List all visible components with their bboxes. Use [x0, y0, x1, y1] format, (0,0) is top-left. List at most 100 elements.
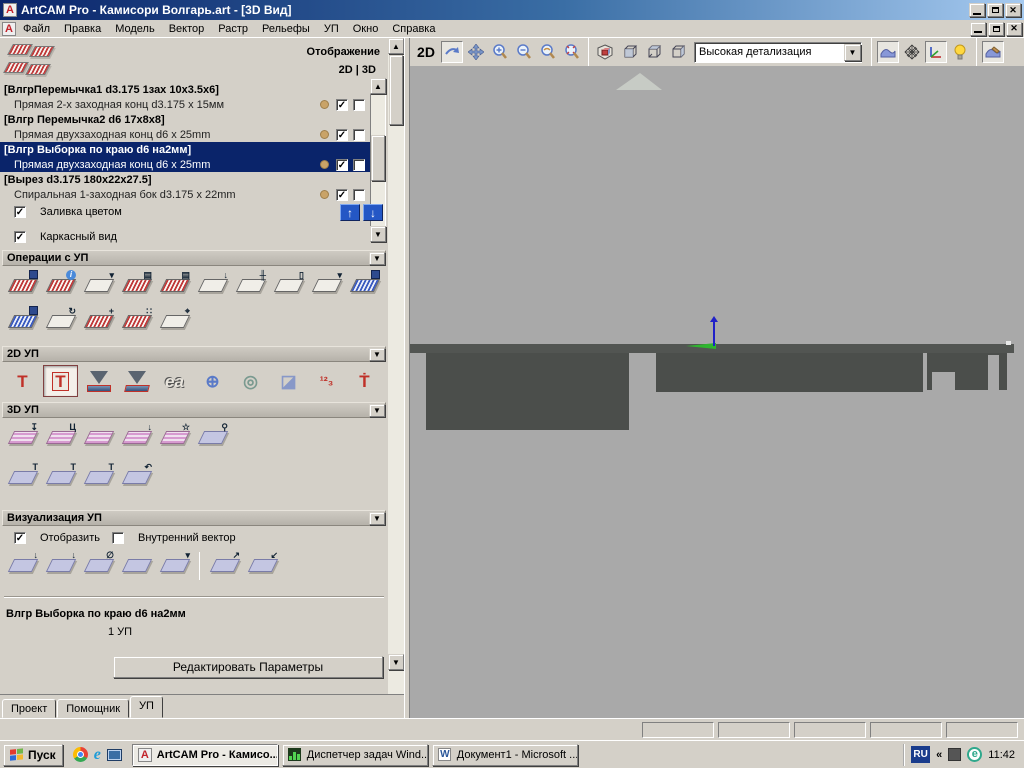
copy-toolpath-icon[interactable]: + — [82, 306, 115, 336]
task-button-artcam[interactable]: AArtCAM Pro - Камисо... — [132, 744, 278, 766]
save-simulation-icon[interactable]: ↗ — [208, 550, 241, 580]
batch-calculate-icon[interactable]: ▤ — [158, 270, 191, 300]
raised-plate-icon[interactable]: ◪ — [272, 366, 305, 396]
restore-button[interactable] — [987, 3, 1003, 17]
3d-canvas[interactable] — [410, 66, 1024, 718]
simulate-all-icon[interactable]: ∅ — [82, 550, 115, 580]
toolpath-group[interactable]: [Влгр Перемычка2 d6 17x8x8] — [0, 112, 370, 127]
simulate-fast-icon[interactable]: ↓ — [44, 550, 77, 580]
origin-axes-toggle[interactable] — [925, 41, 947, 63]
toolpath-group[interactable]: [Влгр Выборка по краю d6 на2мм] — [0, 142, 370, 157]
delete-simulation-icon[interactable]: ▾ — [158, 550, 191, 580]
drill-toolpath-icon[interactable]: ⊕ — [196, 366, 229, 396]
drill-bank-icon[interactable]: ¹²₃ — [310, 366, 343, 396]
show-checkbox[interactable]: ✓ — [14, 532, 26, 544]
move-toolpath-up-button[interactable]: ↑ — [340, 204, 360, 221]
toolpath-tool[interactable]: Прямая 2-х заходная конц d3.175 x 15мм✓ — [0, 97, 370, 112]
rest-machining-icon[interactable]: ↓ — [120, 422, 153, 452]
scroll-down-icon[interactable]: ▼ — [370, 226, 386, 242]
menu-растр[interactable]: Растр — [211, 21, 255, 37]
bevel-carve-icon[interactable] — [120, 366, 153, 396]
simulate-toolpath-icon[interactable]: ↓ — [6, 550, 39, 580]
view-along-x-icon[interactable] — [618, 41, 640, 63]
section-3d-toolpaths[interactable]: 3D УП ▼ — [2, 402, 386, 418]
tab-помощник[interactable]: Помощник — [57, 699, 129, 718]
menu-рельефы[interactable]: Рельефы — [255, 21, 317, 37]
collapse-operations-icon[interactable]: ▼ — [369, 252, 385, 265]
collapse-3d-icon[interactable]: ▼ — [369, 404, 385, 417]
scrollbar-thumb[interactable] — [371, 135, 385, 181]
language-indicator[interactable]: RU — [911, 746, 930, 763]
section-visualization[interactable]: Визуализация УП ▼ — [2, 510, 386, 526]
color-shade-toggle[interactable] — [982, 41, 1004, 63]
wireframe-mesh-toggle[interactable] — [901, 41, 923, 63]
tray-chevron-icon[interactable]: « — [936, 749, 942, 761]
internet-explorer-icon[interactable]: e — [94, 748, 101, 762]
section-operations[interactable]: Операции с УП ▼ — [2, 250, 386, 266]
show-2d-checkbox[interactable]: ✓ — [336, 99, 348, 111]
toolpath-tool[interactable]: Прямая двухзаходная конц d6 x 25mm✓ — [0, 127, 370, 142]
task-button-taskmgr[interactable]: Диспетчер задач Wind... — [282, 744, 428, 766]
zoom-previous-icon[interactable] — [537, 41, 559, 63]
engrave-plate-icon-2[interactable]: Т — [44, 462, 77, 492]
nest-toolpath-icon[interactable]: ∷ — [120, 306, 153, 336]
menu-файл[interactable]: Файл — [16, 21, 57, 37]
inner-vector-option[interactable]: Внутренний вектор — [112, 532, 236, 544]
panel-scroll-down-icon[interactable]: ▼ — [388, 654, 404, 670]
show-option[interactable]: ✓ Отобразить — [14, 532, 100, 544]
mdi-restore-button[interactable] — [988, 22, 1004, 36]
scroll-up-icon[interactable]: ▲ — [370, 78, 386, 94]
profile-text-icon[interactable]: Ṫ — [348, 366, 381, 396]
antivirus-tray-icon[interactable]: e — [967, 747, 982, 762]
minimize-button[interactable] — [969, 3, 985, 17]
export-toolpath-icon[interactable] — [348, 270, 381, 300]
undo-machining-icon[interactable]: ↶ — [120, 462, 153, 492]
menu-вектор[interactable]: Вектор — [162, 21, 212, 37]
collapse-visualization-icon[interactable]: ▼ — [369, 512, 385, 525]
show-2d-checkbox[interactable]: ✓ — [336, 129, 348, 141]
inner-vector-checkbox[interactable] — [112, 532, 124, 544]
toolpath-group[interactable]: [Вырез d3.175 180x22x27.5] — [0, 172, 370, 187]
section-2d-toolpaths[interactable]: 2D УП ▼ — [2, 346, 386, 362]
machine-relief-icon[interactable]: ↧ — [6, 422, 39, 452]
area-clearance-icon[interactable]: Т — [44, 366, 77, 396]
simulation-block-icon[interactable] — [120, 550, 153, 580]
fill-color-checkbox[interactable]: ✓ — [14, 206, 26, 218]
block-model-icon[interactable]: ▯ — [272, 270, 305, 300]
cutout-star-icon[interactable]: ☆ — [158, 422, 191, 452]
menu-модель[interactable]: Модель — [108, 21, 161, 37]
panel-scroll-up-icon[interactable]: ▲ — [388, 38, 404, 54]
zoom-extents-icon[interactable] — [561, 41, 583, 63]
toolpath-group[interactable]: [ВлгрПеремычка1 d3.175 1зах 10x3.5x6] — [0, 82, 370, 97]
inlay-toolpath-icon[interactable]: ◎ — [234, 366, 267, 396]
shaded-relief-toggle[interactable] — [877, 41, 899, 63]
pan-view-icon[interactable] — [465, 41, 487, 63]
tray-app-icon[interactable] — [948, 748, 961, 761]
vcarve-toolpath-icon[interactable] — [82, 366, 115, 396]
lighting-toggle[interactable] — [949, 41, 971, 63]
toolpath-notes-icon[interactable]: ↓ — [196, 270, 229, 300]
mdi-minimize-button[interactable] — [970, 22, 986, 36]
rotate-view-icon[interactable] — [441, 41, 463, 63]
edit-parameters-button[interactable]: Редактировать Параметры — [113, 656, 383, 678]
view-along-z-icon[interactable] — [666, 41, 688, 63]
toolpath-summary-icon[interactable]: i — [44, 270, 77, 300]
show-2d-checkbox[interactable]: ✓ — [336, 189, 348, 201]
view-along-y-icon[interactable] — [642, 41, 664, 63]
tab-проект[interactable]: Проект — [2, 699, 56, 718]
menu-уп[interactable]: УП — [317, 21, 346, 37]
smart-engrave-icon[interactable]: ea — [158, 366, 191, 396]
menu-окно[interactable]: Окно — [346, 21, 386, 37]
show-3d-checkbox[interactable] — [353, 189, 365, 201]
show-2d-checkbox[interactable]: ✓ — [336, 159, 348, 171]
show-3d-checkbox[interactable] — [353, 129, 365, 141]
collapse-2d-icon[interactable]: ▼ — [369, 348, 385, 361]
load-simulation-icon[interactable]: ↙ — [246, 550, 279, 580]
engrave-plate-icon-3[interactable]: Т — [82, 462, 115, 492]
zoom-in-icon[interactable] — [489, 41, 511, 63]
show-desktop-icon[interactable] — [107, 749, 122, 761]
dropdown-arrow-icon[interactable]: ▼ — [844, 44, 861, 61]
panel-scrollbar-thumb[interactable] — [389, 55, 403, 125]
detail-level-select[interactable]: Высокая детализация ▼ — [694, 42, 862, 63]
import-toolpath-icon[interactable] — [6, 306, 39, 336]
